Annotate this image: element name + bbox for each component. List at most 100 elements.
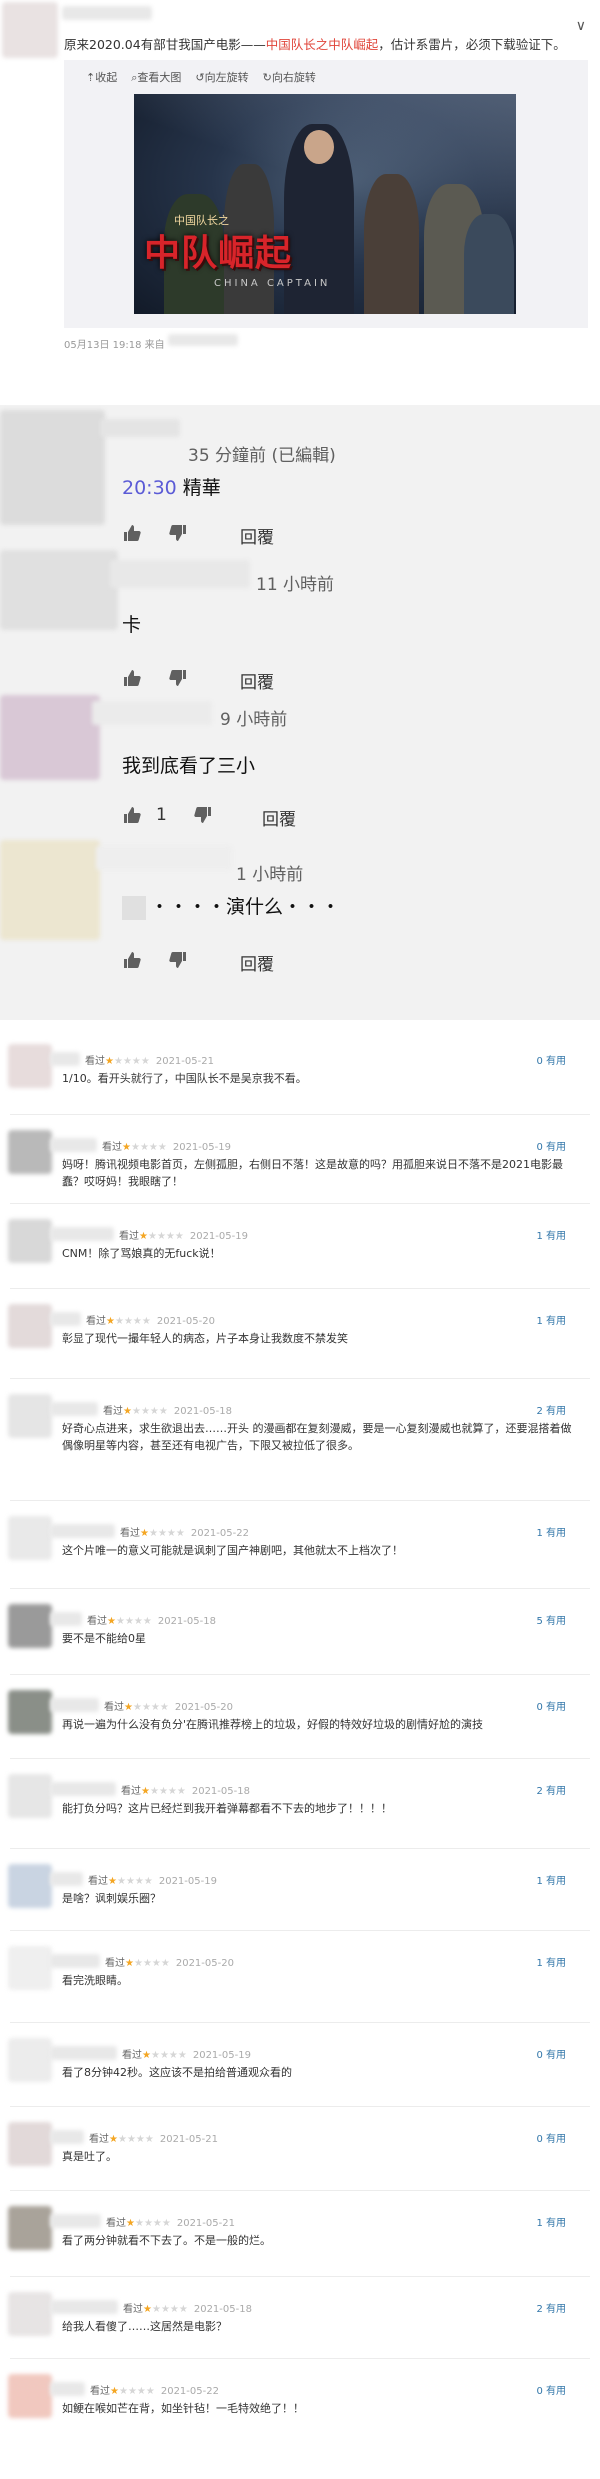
avatar[interactable]: [0, 410, 105, 525]
collapse-button[interactable]: ⇡收起: [86, 69, 117, 85]
like-icon[interactable]: [122, 523, 142, 543]
comment-time[interactable]: 9 小時前: [220, 705, 287, 730]
review-text: 好奇心点进来，求生欲退出去……开头 的漫画都在复刻漫威，要是一心复刻漫威也就算了…: [62, 1422, 572, 1452]
reply-button[interactable]: 回覆: [240, 523, 274, 548]
avatar[interactable]: [2, 2, 58, 58]
post-text-part: ，估计系雷片，必须下载验证下。: [378, 37, 566, 52]
avatar[interactable]: [8, 1604, 52, 1648]
useful-vote-link[interactable]: 2 有用: [536, 1782, 566, 1797]
comment-time[interactable]: 11 小時前: [256, 570, 334, 595]
avatar[interactable]: [8, 1690, 52, 1734]
username[interactable]: [50, 1312, 81, 1326]
username[interactable]: [50, 1052, 80, 1066]
star-empty-icon: ★: [139, 1142, 149, 1153]
avatar[interactable]: [8, 1044, 52, 1088]
useful-vote-link[interactable]: 2 有用: [536, 1402, 566, 1417]
star-empty-icon: ★: [161, 2218, 171, 2229]
username[interactable]: [50, 2382, 85, 2396]
username[interactable]: [110, 560, 250, 588]
avatar[interactable]: [8, 1864, 52, 1908]
username[interactable]: [50, 1954, 100, 1968]
divider: [10, 2106, 590, 2107]
comment-time[interactable]: 1 小時前: [236, 860, 303, 885]
useful-vote-link[interactable]: 0 有用: [536, 1138, 566, 1153]
avatar[interactable]: [8, 2374, 52, 2418]
username[interactable]: [50, 2300, 118, 2314]
chevron-down-icon[interactable]: ∨: [576, 18, 586, 34]
rotate-right-button[interactable]: ↻向右旋转: [263, 69, 316, 85]
useful-vote-link[interactable]: 1 有用: [536, 2214, 566, 2229]
username[interactable]: [62, 6, 152, 20]
like-icon[interactable]: [122, 950, 142, 970]
useful-vote-link[interactable]: 0 有用: [536, 1052, 566, 1067]
useful-vote-link[interactable]: 1 有用: [536, 1954, 566, 1969]
post-text-highlight-link[interactable]: 中国队长之中队崛起: [266, 37, 379, 52]
username[interactable]: [50, 1138, 97, 1152]
dislike-icon[interactable]: [168, 950, 188, 970]
avatar[interactable]: [0, 550, 118, 630]
useful-vote-link[interactable]: 0 有用: [536, 2130, 566, 2145]
username[interactable]: [100, 419, 180, 437]
username[interactable]: [50, 2214, 101, 2228]
useful-vote-link[interactable]: 1 有用: [536, 1312, 566, 1327]
avatar[interactable]: [8, 1774, 52, 1818]
star-empty-icon: ★: [118, 2386, 128, 2397]
username[interactable]: [50, 1402, 98, 1416]
view-large-button[interactable]: ⌕查看大图: [131, 69, 181, 85]
media-box: ⇡收起 ⌕查看大图 ↺向左旋转 ↻向右旋转 中国队长之 中队崛起 CHINA C…: [64, 60, 588, 328]
avatar[interactable]: [8, 2038, 52, 2082]
avatar[interactable]: [0, 840, 100, 940]
username[interactable]: [50, 1524, 115, 1538]
username[interactable]: [92, 701, 212, 725]
avatar[interactable]: [8, 1304, 52, 1348]
useful-vote-link[interactable]: 0 有用: [536, 2382, 566, 2397]
rating-stars: ★★★★★: [109, 2134, 154, 2145]
reply-button[interactable]: 回覆: [262, 805, 296, 830]
username[interactable]: [50, 2130, 84, 2144]
review-date: 2021-05-19: [189, 1231, 248, 1242]
review-date: 2021-05-21: [176, 2218, 235, 2229]
avatar[interactable]: [8, 1946, 52, 1990]
movie-poster-image[interactable]: 中国队长之 中队崛起 CHINA CAPTAIN: [134, 94, 516, 314]
comment-text: ・・・・演什么・・・: [122, 892, 340, 920]
avatar[interactable]: [8, 1516, 52, 1560]
avatar[interactable]: [8, 1130, 52, 1174]
useful-vote-link[interactable]: 1 有用: [536, 1227, 566, 1242]
rotate-left-button[interactable]: ↺向左旋转: [195, 69, 248, 85]
username[interactable]: [50, 1782, 116, 1796]
source-name[interactable]: [168, 334, 238, 346]
username[interactable]: [96, 846, 232, 870]
avatar[interactable]: [8, 2206, 52, 2250]
useful-vote-link[interactable]: 1 有用: [536, 1872, 566, 1887]
dislike-icon[interactable]: [193, 805, 213, 825]
review-header: 看过★★★★★ 2021-05-18: [87, 1612, 216, 1627]
username[interactable]: [50, 1698, 99, 1712]
useful-vote-link[interactable]: 0 有用: [536, 1698, 566, 1713]
dislike-icon[interactable]: [168, 523, 188, 543]
useful-vote-link[interactable]: 0 有用: [536, 2046, 566, 2061]
useful-vote-link[interactable]: 2 有用: [536, 2300, 566, 2315]
avatar[interactable]: [0, 695, 100, 780]
avatar[interactable]: [8, 2122, 52, 2166]
rating-stars: ★★★★★: [105, 1056, 150, 1067]
avatar[interactable]: [8, 2292, 52, 2336]
username[interactable]: [50, 1872, 83, 1886]
username[interactable]: [50, 1227, 114, 1241]
like-icon[interactable]: [122, 668, 142, 688]
reply-button[interactable]: 回覆: [240, 668, 274, 693]
reply-button[interactable]: 回覆: [240, 950, 274, 975]
avatar[interactable]: [8, 1219, 52, 1263]
review-date: 2021-05-20: [175, 1958, 234, 1969]
avatar[interactable]: [8, 1394, 52, 1438]
review-text: 看完洗眼睛。: [62, 1974, 128, 1987]
useful-vote-link[interactable]: 1 有用: [536, 1524, 566, 1539]
like-icon[interactable]: [122, 805, 142, 825]
comment-time[interactable]: 35 分鐘前 (已編輯): [188, 441, 336, 466]
useful-vote-link[interactable]: 5 有用: [536, 1612, 566, 1627]
dislike-icon[interactable]: [168, 668, 188, 688]
timestamp-link[interactable]: 20:30: [122, 477, 177, 499]
username[interactable]: [50, 1612, 82, 1626]
username[interactable]: [50, 2046, 117, 2060]
star-empty-icon: ★: [159, 2050, 169, 2061]
review-header: 看过★★★★★ 2021-05-18: [121, 1782, 250, 1797]
